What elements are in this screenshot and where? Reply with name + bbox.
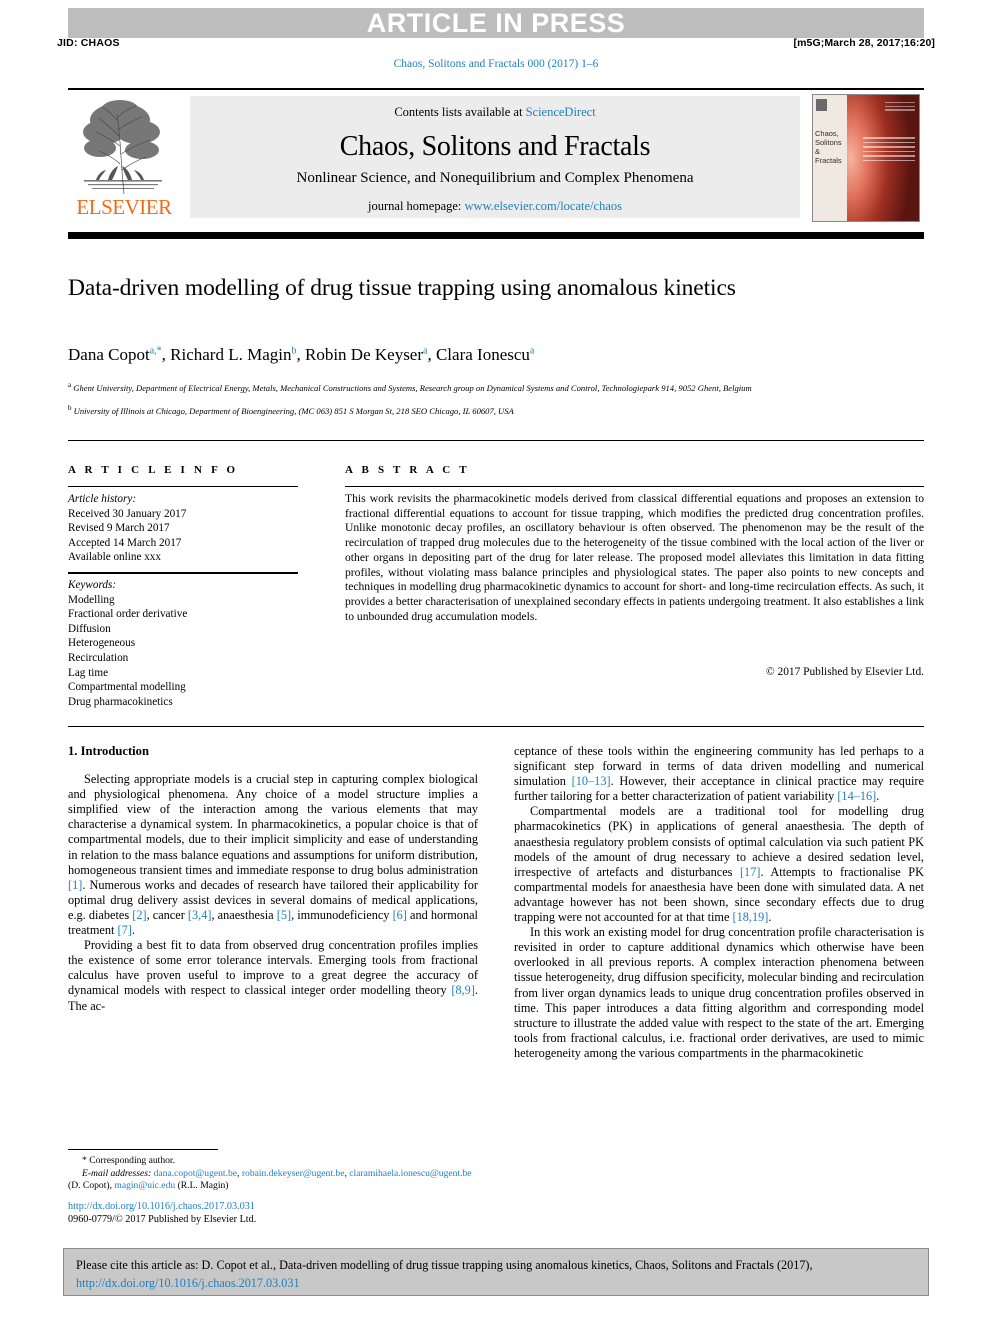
section-heading-introduction: 1. Introduction (68, 744, 149, 758)
abstract-heading: A B S T R A C T (345, 464, 470, 476)
article-in-press-label: ARTICLE IN PRESS (366, 8, 626, 38)
keyword-item: Lag time (68, 666, 109, 679)
email-link-2[interactable]: robain.dekeyser@ugent.be (242, 1168, 345, 1179)
masthead-center-panel: Contents lists available at ScienceDirec… (190, 96, 800, 218)
history-item: Received 30 January 2017 (68, 507, 187, 520)
issn-copyright-line: 0960-0779/© 2017 Published by Elsevier L… (68, 1214, 257, 1226)
corresponding-author-note: * Corresponding author. (82, 1155, 175, 1166)
cover-top-lines (885, 102, 915, 113)
elsevier-logo: ELSEVIER (68, 94, 180, 222)
production-stamp-label: [m5G;March 28, 2017;16:20] (793, 37, 935, 49)
cover-journal-title: Chaos, Solitons & Fractals (815, 129, 842, 165)
citation-prefix: Please cite this article as: D. Copot et… (76, 1258, 813, 1272)
keyword-item: Heterogeneous (68, 637, 136, 650)
sciencedirect-link[interactable]: ScienceDirect (526, 105, 596, 119)
paragraph: Selecting appropriate models is a crucia… (68, 772, 478, 938)
citation-footer-text: Please cite this article as: D. Copot et… (76, 1256, 920, 1292)
journal-cover-thumbnail: Chaos, Solitons & Fractals (812, 94, 920, 222)
email-link-3[interactable]: claramihaela.ionescu@ugent.be (349, 1168, 471, 1179)
body-column-left: 1. Introduction Selecting appropriate mo… (68, 744, 478, 1014)
email-link-1[interactable]: dana.copot@ugent.be (154, 1168, 237, 1179)
paragraph: In this work an existing model for drug … (514, 925, 924, 1060)
journal-id-label: JID: CHAOS (57, 37, 120, 49)
journal-homepage-line: journal homepage: www.elsevier.com/locat… (190, 199, 800, 214)
keywords-block: Keywords: Modelling Fractional order der… (68, 578, 303, 709)
article-info-heading: A R T I C L E I N F O (68, 464, 239, 476)
cover-text-lines (863, 137, 915, 164)
paragraph: ceptance of these tools within the engin… (514, 744, 924, 804)
affiliation-a-text: Ghent University, Department of Electric… (73, 382, 752, 393)
elsevier-wordmark: ELSEVIER (76, 195, 172, 219)
body-column-right: ceptance of these tools within the engin… (514, 744, 924, 1061)
keyword-item: Compartmental modelling (68, 681, 186, 694)
keyword-item: Fractional order derivative (68, 608, 188, 621)
article-history-label: Article history: (68, 493, 137, 505)
cover-publisher-icon (816, 99, 827, 111)
history-item: Revised 9 March 2017 (68, 522, 170, 535)
affiliation-b-text: University of Illinois at Chicago, Depar… (73, 405, 514, 416)
email-addresses-line: E-mail addresses: dana.copot@ugent.be, r… (68, 1167, 472, 1192)
info-top-rule (68, 440, 924, 441)
paragraph: Compartmental models are a traditional t… (514, 804, 924, 925)
email-attribution-1: (D. Copot), (68, 1180, 112, 1192)
keyword-item: Drug pharmacokinetics (68, 695, 173, 708)
journal-homepage-link[interactable]: www.elsevier.com/locate/chaos (465, 199, 622, 213)
keyword-item: Modelling (68, 593, 115, 606)
elsevier-tree-icon (83, 100, 162, 195)
email-link-4[interactable]: magin@uic.edu (114, 1180, 175, 1191)
doi-link[interactable]: http://dx.doi.org/10.1016/j.chaos.2017.0… (68, 1200, 480, 1213)
journal-title: Chaos, Solitons and Fractals (339, 131, 651, 162)
email-label: E-mail addresses: (82, 1167, 152, 1179)
keywords-label: Keywords: (68, 579, 117, 591)
article-history-block: Article history: Received 30 January 201… (68, 492, 303, 565)
page-title: Data-driven modelling of drug tissue tra… (68, 275, 736, 301)
running-head: Chaos, Solitons and Fractals 000 (2017) … (393, 58, 599, 70)
copyright-line: © 2017 Published by Elsevier Ltd. (766, 666, 924, 678)
contents-available-line: Contents lists available at ScienceDirec… (190, 105, 800, 120)
keyword-item: Diffusion (68, 622, 111, 635)
masthead-bottom-rule (68, 232, 924, 239)
keywords-rule (68, 572, 298, 574)
masthead-top-rule (68, 88, 924, 90)
abstract-heading-rule (345, 486, 924, 487)
affiliation-b: b University of Illinois at Chicago, Dep… (68, 404, 514, 416)
journal-subtitle: Nonlinear Science, and Nonequilibrium an… (296, 170, 694, 186)
citation-footer-box: Please cite this article as: D. Copot et… (63, 1248, 929, 1296)
info-heading-rule (68, 486, 298, 487)
article-in-press-banner: ARTICLE IN PRESS (68, 8, 924, 38)
footnote-rule (68, 1149, 218, 1150)
doi-block: http://dx.doi.org/10.1016/j.chaos.2017.0… (68, 1200, 480, 1226)
homepage-prefix: journal homepage: (368, 199, 465, 213)
affiliation-a: a Ghent University, Department of Electr… (68, 381, 752, 393)
author-list: Dana Copota,*, Richard L. Maginb, Robin … (68, 345, 535, 364)
history-item: Available online xxx (68, 551, 161, 564)
email-attribution-2: (R.L. Magin) (177, 1180, 229, 1192)
footnote-block: * Corresponding author. E-mail addresses… (68, 1155, 480, 1193)
contents-prefix: Contents lists available at (394, 105, 526, 119)
info-bottom-rule (68, 726, 924, 727)
article-page: ARTICLE IN PRESS JID: CHAOS [m5G;March 2… (0, 0, 992, 1323)
citation-doi-link[interactable]: http://dx.doi.org/10.1016/j.chaos.2017.0… (76, 1276, 300, 1290)
paragraph: Providing a best fit to data from observ… (68, 938, 478, 1013)
abstract-text: This work revisits the pharmacokinetic m… (345, 492, 924, 623)
history-item: Accepted 14 March 2017 (68, 536, 182, 549)
journal-masthead: ELSEVIER Contents lists available at Sci… (68, 88, 924, 226)
keyword-item: Recirculation (68, 651, 129, 664)
